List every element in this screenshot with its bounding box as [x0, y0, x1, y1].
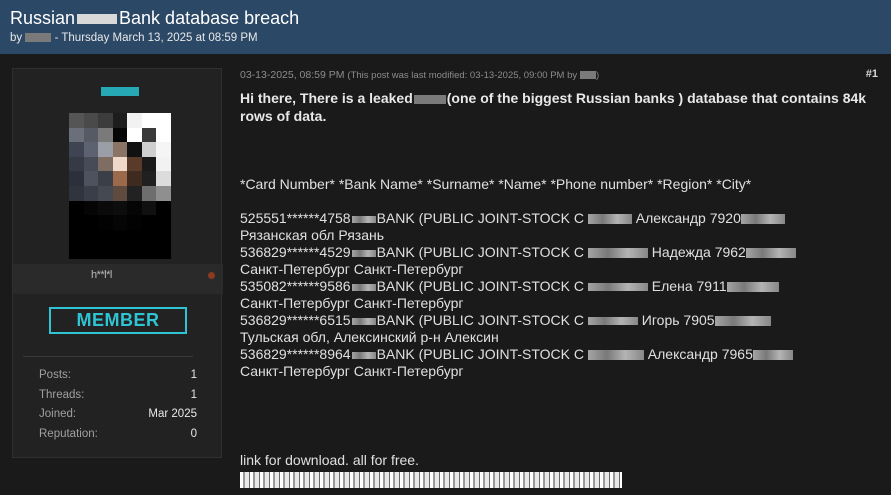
redacted: [714, 316, 771, 327]
record-bank: BANK (PUBLIC JOINT-STOCK C: [376, 278, 585, 294]
record-row: 535082******9586 BANK (PUBLIC JOINT-STOCK…: [240, 278, 880, 312]
stat-value: 1: [190, 388, 197, 401]
divider: [23, 356, 193, 357]
record-card: 536829******4529: [240, 244, 351, 260]
username[interactable]: h**l*l: [91, 269, 112, 281]
download-section: link for download. all for free.: [240, 452, 622, 488]
redacted: [587, 214, 632, 225]
stat-row-reputation: Reputation: 0: [39, 428, 197, 448]
post-modified-note: (This post was last modified: 03-13-2025…: [347, 70, 578, 81]
stat-label: Threads:: [39, 388, 85, 401]
thread-title[interactable]: Russian Bank database breach: [10, 8, 881, 29]
redacted: [587, 350, 644, 361]
stat-row-joined: Joined: Mar 2025: [39, 408, 197, 428]
thread-meta-by: by: [10, 32, 23, 44]
user-stats: Posts: 1 Threads: 1 Joined: Mar 2025 Rep…: [39, 369, 197, 447]
redacted: [587, 283, 648, 292]
fields-line: *Card Number* *Bank Name* *Surname* *Nam…: [240, 176, 752, 192]
record-card: 535082******9586: [240, 278, 351, 294]
redacted-bank-name: [77, 14, 118, 25]
record-bank: BANK (PUBLIC JOINT-STOCK C: [376, 312, 585, 328]
download-link[interactable]: [240, 472, 622, 488]
redacted: [351, 249, 376, 257]
record-bank: BANK (PUBLIC JOINT-STOCK C: [376, 244, 585, 260]
redacted: [351, 317, 376, 325]
stat-label: Posts:: [39, 369, 71, 381]
download-text: link for download. all for free.: [240, 452, 419, 468]
record-row: 536829******4529 BANK (PUBLIC JOINT-STOCK…: [240, 244, 880, 278]
record-region-city: Санкт-Петербург Санкт-Петербург: [240, 261, 464, 277]
redacted-author-name[interactable]: [25, 33, 52, 43]
record-name: Александр 7965: [647, 346, 753, 362]
record-name: Александр 7920: [635, 210, 741, 226]
record-name: Елена 7911: [651, 278, 727, 294]
record-bank: BANK (PUBLIC JOINT-STOCK C: [376, 210, 585, 226]
stat-row-threads: Threads: 1: [39, 389, 197, 409]
redacted: [752, 350, 793, 361]
post-date: 03-13-2025, 08:59 PM: [240, 69, 345, 81]
record-region-city: Рязанская обл Рязань: [240, 227, 384, 243]
redacted: [745, 248, 796, 259]
stat-value: 1: [190, 369, 197, 381]
rank-badge: MEMBER: [49, 307, 187, 334]
thread-meta-date: - Thursday March 13, 2025 at 08:59 PM: [54, 32, 258, 44]
redacted: [351, 215, 376, 223]
record-card: 536829******8964: [240, 346, 351, 362]
post-meta: 03-13-2025, 08:59 PM (This post was last…: [240, 69, 599, 81]
record-region-city: Санкт-Петербург Санкт-Петербург: [240, 363, 464, 379]
thread-title-suffix: Bank database breach: [119, 8, 300, 28]
record-row: 525551******4758 BANK (PUBLIC JOINT-STOCK…: [240, 210, 880, 244]
record-card: 525551******4758: [240, 210, 351, 226]
record-bank: BANK (PUBLIC JOINT-STOCK C: [376, 346, 585, 362]
record-region-city: Тульская обл, Алексинский р-н Алексин: [240, 329, 499, 345]
redacted: [587, 248, 648, 259]
thread-header: Russian Bank database breach by - Thursda…: [0, 0, 891, 54]
stat-value: Mar 2025: [148, 408, 197, 421]
offline-status-icon: [208, 272, 215, 279]
redacted-editor-name[interactable]: [580, 71, 597, 80]
thread-meta: by - Thursday March 13, 2025 at 08:59 PM: [10, 32, 881, 44]
redacted: [351, 351, 376, 359]
redacted: [351, 283, 376, 291]
post-body: *Card Number* *Bank Name* *Surname* *Nam…: [240, 176, 880, 380]
redacted: [740, 214, 785, 225]
redacted: [726, 282, 779, 293]
user-info-box: h**l*l MEMBER Posts: 1 Threads: 1 Joined…: [12, 68, 223, 458]
stat-value[interactable]: 0: [191, 428, 197, 448]
avatar[interactable]: [69, 113, 171, 259]
thread-title-prefix: Russian: [10, 8, 76, 28]
record-row: 536829******8964 BANK (PUBLIC JOINT-STOCK…: [240, 346, 880, 380]
record-name: Надежда 7962: [651, 244, 746, 260]
post-intro-a: Hi there, There is a leaked: [240, 90, 413, 106]
post-modified-close: ): [596, 70, 600, 81]
post-number[interactable]: #1: [866, 68, 878, 80]
stat-label: Reputation:: [39, 427, 98, 440]
redacted: [587, 317, 638, 326]
record-row: 536829******6515 BANK (PUBLIC JOINT-STOCK…: [240, 312, 880, 346]
avatar-top-mark: [101, 87, 139, 96]
record-card: 536829******6515: [240, 312, 351, 328]
post-intro: Hi there, There is a leaked (one of the b…: [240, 89, 880, 125]
record-region-city: Санкт-Петербург Санкт-Петербург: [240, 295, 464, 311]
stat-label: Joined:: [39, 408, 77, 421]
avatar-area: [13, 69, 223, 264]
record-name: Игорь 7905: [641, 312, 715, 328]
username-bar: [13, 264, 223, 294]
redacted-bank-name: [413, 94, 446, 104]
stat-row-posts: Posts: 1: [39, 369, 197, 389]
